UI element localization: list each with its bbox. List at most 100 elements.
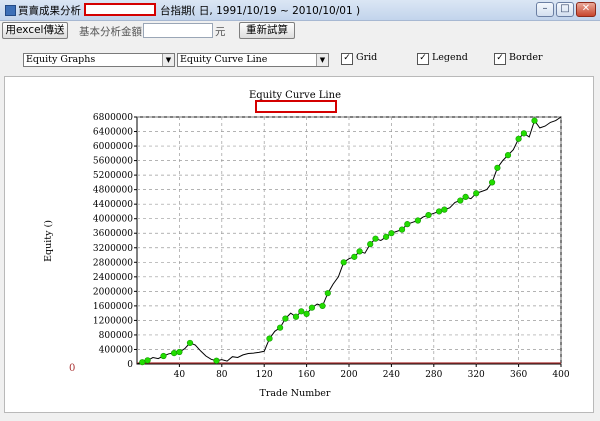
x-tick-label: 320	[468, 370, 485, 380]
new-high-marker	[414, 217, 422, 224]
new-high-marker	[144, 357, 151, 364]
grid-checkbox-label: Grid	[356, 52, 378, 63]
checkmark-icon: ✓	[494, 53, 506, 65]
new-high-marker	[319, 302, 326, 309]
legend-checkbox[interactable]: ✓ Legend	[417, 52, 485, 66]
y-tick-label: 4000000	[93, 215, 133, 225]
window-subtitle: 台指期( 日, 1991/10/19 ~ 2010/10/01 )	[160, 5, 361, 17]
y-tick-label: 2800000	[93, 258, 133, 268]
chevron-down-icon: ▼	[316, 54, 328, 66]
x-tick-label: 280	[425, 370, 442, 380]
chart-title-highlight	[255, 100, 337, 113]
y-tick-label: 1200000	[93, 316, 133, 326]
new-high-marker	[398, 226, 406, 233]
y-tick-label: 0	[127, 360, 133, 370]
y-tick-label: 400000	[99, 345, 134, 355]
checkmark-icon: ✓	[341, 53, 353, 65]
new-high-marker	[515, 135, 522, 142]
y-tick-label: 3600000	[93, 229, 133, 239]
new-high-marker	[473, 190, 480, 197]
new-high-marker	[436, 208, 443, 215]
new-high-marker	[441, 206, 448, 213]
new-high-marker	[504, 152, 512, 159]
new-high-marker	[160, 352, 167, 360]
new-high-marker	[462, 193, 469, 201]
new-high-marker	[425, 211, 432, 219]
new-high-marker	[186, 339, 194, 347]
y-tick-label: 2000000	[93, 287, 133, 297]
y-tick-label: 4800000	[93, 186, 133, 196]
x-tick-label: 200	[340, 370, 357, 380]
y-tick-label: 6400000	[93, 128, 133, 138]
new-high-marker	[367, 241, 374, 248]
x-tick-label: 240	[383, 370, 400, 380]
new-high-marker	[324, 290, 331, 297]
chart-panel: Equity Curve Line Equity () Trade Number…	[4, 76, 594, 413]
minimize-button[interactable]: –	[536, 2, 554, 17]
secondary-axis-zero: 0	[69, 363, 75, 374]
y-tick-label: 3200000	[93, 244, 133, 254]
new-high-marker	[340, 259, 347, 266]
base-amount-input[interactable]	[143, 23, 213, 38]
new-high-marker	[303, 310, 310, 317]
y-tick-label: 5600000	[93, 157, 133, 167]
new-high-marker	[531, 117, 538, 124]
new-high-marker	[372, 235, 379, 242]
new-high-marker	[308, 304, 316, 311]
title-bar: 買賣成果分析 - 台指期( 日, 1991/10/19 ~ 2010/10/01…	[0, 0, 600, 21]
y-tick-label: 4400000	[93, 200, 133, 210]
y-tick-label: 800000	[99, 331, 134, 341]
new-high-marker	[356, 248, 363, 255]
y-tick-label: 6800000	[93, 113, 133, 123]
legend-checkbox-label: Legend	[432, 52, 468, 63]
new-high-marker	[404, 221, 411, 228]
equity-chart: Equity Curve Line Equity () Trade Number…	[43, 90, 570, 399]
currency-unit-label: 元	[215, 26, 226, 38]
new-high-marker	[139, 359, 146, 366]
x-tick-label: 360	[510, 370, 527, 380]
y-tick-label: 1600000	[93, 302, 133, 312]
x-tick-label: 120	[256, 370, 273, 380]
grid-checkbox[interactable]: ✓ Grid	[341, 52, 409, 66]
redacted-strategy-name	[84, 3, 156, 16]
new-high-marker	[298, 308, 305, 315]
x-tick-label: 160	[298, 370, 315, 380]
export-excel-button[interactable]: 用excel傳送	[2, 22, 68, 39]
x-axis-label: Trade Number	[260, 388, 331, 399]
x-tick-label: 80	[216, 370, 228, 380]
base-amount-label: 基本分析金額	[79, 26, 142, 38]
checkmark-icon: ✓	[417, 53, 429, 65]
new-high-marker	[171, 350, 178, 357]
border-checkbox-label: Border	[509, 52, 543, 63]
new-high-marker	[383, 233, 390, 240]
curve-type-select-value: Equity Curve Line	[180, 54, 268, 65]
new-high-marker	[520, 130, 528, 137]
y-tick-label: 6000000	[93, 142, 133, 152]
y-axis-label: Equity ()	[43, 220, 54, 262]
new-high-marker	[282, 315, 289, 322]
chevron-down-icon: ▼	[162, 54, 174, 66]
graph-type-select[interactable]: Equity Graphs ▼	[23, 53, 175, 67]
window-title: 買賣成果分析 -	[18, 5, 89, 17]
y-tick-label: 5200000	[93, 171, 133, 181]
x-tick-label: 400	[552, 370, 569, 380]
recalculate-button[interactable]: 重新試算	[239, 22, 295, 39]
new-high-marker	[266, 335, 273, 342]
new-high-marker	[213, 357, 220, 364]
new-high-marker	[277, 324, 284, 331]
new-high-marker	[176, 348, 183, 356]
graph-type-select-value: Equity Graphs	[26, 54, 96, 65]
new-high-marker	[489, 179, 496, 186]
new-high-marker	[292, 313, 300, 320]
chart-title: Equity Curve Line	[249, 90, 341, 101]
app-icon	[5, 5, 16, 16]
new-high-marker	[351, 253, 358, 260]
border-checkbox[interactable]: ✓ Border	[494, 52, 562, 66]
new-high-marker	[388, 230, 395, 237]
close-button[interactable]: ✕	[576, 2, 596, 17]
new-high-marker	[494, 164, 501, 171]
maximize-button[interactable]: □	[556, 2, 574, 17]
curve-type-select[interactable]: Equity Curve Line ▼	[177, 53, 329, 67]
y-tick-label: 2400000	[93, 273, 133, 283]
new-high-marker	[457, 197, 464, 204]
